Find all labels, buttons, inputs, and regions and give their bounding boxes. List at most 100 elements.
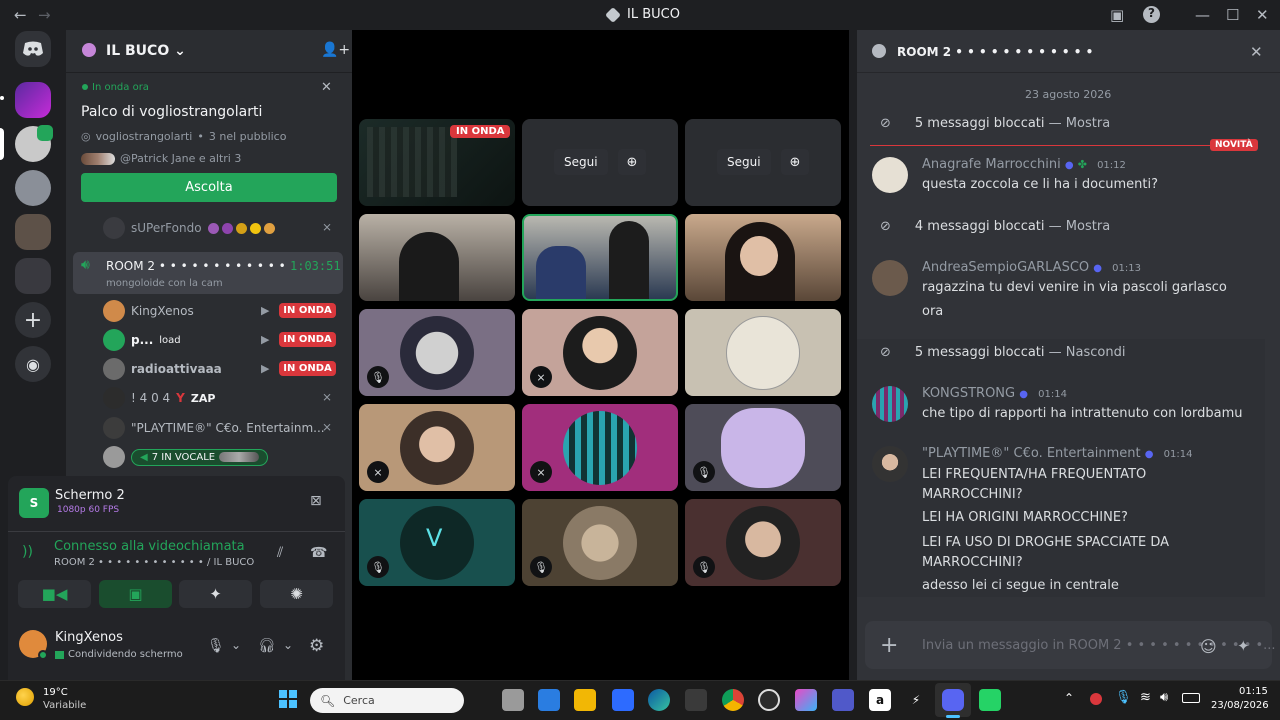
microphone-icon[interactable]: 🎙︎ bbox=[207, 638, 225, 654]
user-name[interactable]: KingXenos bbox=[55, 630, 123, 645]
close-chat-icon[interactable]: ✕ bbox=[1250, 43, 1263, 61]
voice-member-row[interactable]: p... load bbox=[103, 327, 181, 353]
add-friend-icon[interactable]: 👤+ bbox=[321, 42, 350, 58]
close-icon[interactable]: ✕ bbox=[321, 80, 332, 95]
voice-member-row[interactable]: radioattivaaa bbox=[103, 356, 222, 382]
mic-tray-icon[interactable]: 🎙︎ bbox=[1115, 690, 1132, 705]
server-avatar-5[interactable] bbox=[15, 258, 51, 294]
avatar-tile[interactable]: ⨯ bbox=[522, 309, 678, 396]
task-view-icon[interactable] bbox=[502, 689, 524, 711]
activities-button[interactable]: ✦ bbox=[179, 580, 252, 608]
tray-app-icon[interactable] bbox=[1090, 693, 1102, 705]
emoji-icon[interactable]: ☺ bbox=[1200, 637, 1217, 656]
camera-button[interactable]: ■◀ bbox=[18, 580, 91, 608]
voice-member-row[interactable]: sUPerFondo bbox=[103, 215, 275, 241]
app-icon[interactable] bbox=[979, 689, 1001, 711]
weather-icon[interactable] bbox=[16, 688, 34, 706]
author-name[interactable]: AndreaSempioGARLASCO bbox=[922, 260, 1089, 275]
author-name[interactable]: KONGSTRONG bbox=[922, 386, 1015, 401]
share-screen-button[interactable]: ▣ bbox=[99, 580, 172, 608]
stream-tile[interactable]: Segui ⊕ bbox=[685, 119, 841, 206]
avatar-tile[interactable]: 🎙︎ bbox=[522, 499, 678, 586]
hide-link[interactable]: — Nascondi bbox=[1049, 345, 1126, 360]
apps-icon[interactable]: ✦ bbox=[1237, 637, 1250, 655]
file-explorer-icon[interactable] bbox=[574, 689, 596, 711]
author-avatar[interactable] bbox=[872, 386, 908, 422]
show-link[interactable]: — Mostra bbox=[1049, 116, 1110, 131]
blocked-messages[interactable]: ⊘ 5 messaggi bloccati — Mostra bbox=[880, 116, 1110, 131]
camera-tile-speaking[interactable] bbox=[522, 214, 678, 301]
blocked-messages[interactable]: ⊘ 4 messaggi bloccati — Mostra bbox=[880, 219, 1110, 234]
maximize-icon[interactable]: ☐ bbox=[1226, 6, 1239, 24]
server-name-header[interactable]: IL BUCO ⌄ bbox=[106, 43, 186, 59]
author-avatar[interactable] bbox=[872, 157, 908, 193]
message-input-placeholder[interactable]: Invia un messaggio in ROOM 2 • • • • • •… bbox=[922, 638, 1276, 653]
server-avatar-4[interactable] bbox=[15, 214, 51, 250]
tool-icon[interactable]: ⚡ bbox=[905, 689, 927, 711]
help-icon[interactable]: ? bbox=[1143, 6, 1160, 23]
battery-icon[interactable] bbox=[1182, 693, 1200, 703]
avatar-tile[interactable]: V 🎙︎ bbox=[359, 499, 515, 586]
store-icon[interactable] bbox=[685, 689, 707, 711]
avatar-tile[interactable]: 🎙︎ bbox=[685, 404, 841, 491]
voice-member-row[interactable]: "PLAYTIME®" C€o. Entertainm... bbox=[103, 415, 325, 441]
volume-icon[interactable]: 🔊︎ bbox=[1160, 690, 1168, 705]
avatar-tile[interactable]: ⨯ bbox=[522, 404, 678, 491]
add-attachment-icon[interactable]: + bbox=[880, 633, 898, 658]
edge-icon[interactable] bbox=[648, 689, 670, 711]
settings-gear-icon[interactable]: ⚙ bbox=[309, 636, 324, 656]
voice-status[interactable]: Connesso alla videochiamata bbox=[54, 539, 245, 554]
voice-member-row[interactable]: ! 4 0 4 Y ZAP bbox=[103, 385, 215, 411]
obs-icon[interactable] bbox=[758, 689, 780, 711]
follow-button[interactable]: Segui bbox=[717, 149, 771, 175]
explore-icon[interactable]: ◉ bbox=[15, 346, 51, 382]
soundboard-button[interactable]: ✺ bbox=[260, 580, 333, 608]
listen-button[interactable]: Ascolta bbox=[81, 173, 337, 202]
clock-date[interactable]: 23/08/2026 bbox=[1211, 700, 1269, 711]
headphones-icon[interactable]: 🎧︎ bbox=[258, 638, 276, 654]
outlook-icon[interactable] bbox=[538, 689, 560, 711]
author-name[interactable]: "PLAYTIME®" C€o. Entertainment bbox=[922, 446, 1141, 461]
copilot-icon[interactable] bbox=[795, 689, 817, 711]
close-window-icon[interactable]: ✕ bbox=[1256, 6, 1269, 24]
disconnect-icon[interactable]: ☎ bbox=[310, 545, 327, 561]
watch-stream-icon[interactable]: ⊕ bbox=[618, 149, 646, 175]
minimize-icon[interactable]: — bbox=[1195, 6, 1210, 24]
noise-suppression-icon[interactable]: ⫽ bbox=[277, 545, 283, 561]
show-hidden-icons-chevron[interactable]: ⌃ bbox=[1064, 691, 1074, 705]
taskbar-search[interactable]: 🔍︎ Cerca bbox=[310, 688, 464, 713]
headphone-options-chevron-icon[interactable]: ⌄ bbox=[283, 638, 293, 652]
watch-stream-icon[interactable]: ⊕ bbox=[781, 149, 809, 175]
inbox-icon[interactable]: ▣ bbox=[1110, 6, 1124, 24]
stream-tile[interactable]: Segui ⊕ bbox=[522, 119, 678, 206]
stream-tile[interactable]: IN ONDA bbox=[359, 119, 515, 206]
voice-member-row[interactable]: KingXenos bbox=[103, 298, 194, 324]
clock-time[interactable]: 01:15 bbox=[1239, 686, 1268, 697]
server-avatar-3[interactable] bbox=[15, 170, 51, 206]
discord-taskbar-icon[interactable] bbox=[942, 689, 964, 711]
author-avatar[interactable] bbox=[872, 260, 908, 296]
discord-home-icon[interactable] bbox=[15, 31, 51, 67]
forward-arrow-icon[interactable]: → bbox=[38, 6, 51, 24]
follow-button[interactable]: Segui bbox=[554, 149, 608, 175]
author-avatar[interactable] bbox=[872, 446, 908, 482]
stop-share-icon[interactable]: ⊠ bbox=[310, 493, 322, 509]
camera-tile[interactable] bbox=[685, 214, 841, 301]
add-server-icon[interactable]: + bbox=[15, 302, 51, 338]
chrome-icon[interactable] bbox=[722, 689, 744, 711]
blocked-messages[interactable]: ⊘ 5 messaggi bloccati — Nascondi bbox=[880, 345, 1125, 360]
show-link[interactable]: — Mostra bbox=[1049, 219, 1110, 234]
back-arrow-icon[interactable]: ← bbox=[14, 6, 27, 24]
camera-tile[interactable] bbox=[359, 214, 515, 301]
amazon-icon[interactable]: a bbox=[869, 689, 891, 711]
author-name[interactable]: Anagrafe Marrocchini bbox=[922, 157, 1061, 172]
avatar-tile[interactable]: 🎙︎ bbox=[359, 309, 515, 396]
in-voice-pill[interactable]: ◀ 7 IN VOCALE bbox=[131, 448, 269, 466]
wifi-icon[interactable]: ≋ bbox=[1140, 690, 1151, 705]
avatar-tile[interactable] bbox=[685, 309, 841, 396]
voice-location[interactable]: ROOM 2 • • • • • • • • • • • • / IL BUCO bbox=[54, 557, 254, 568]
server-avatar-1[interactable] bbox=[15, 82, 51, 118]
mic-options-chevron-icon[interactable]: ⌄ bbox=[231, 638, 241, 652]
voice-member-row[interactable]: ◀ 7 IN VOCALE bbox=[103, 444, 269, 470]
avatar-tile[interactable]: 🎙︎ bbox=[685, 499, 841, 586]
